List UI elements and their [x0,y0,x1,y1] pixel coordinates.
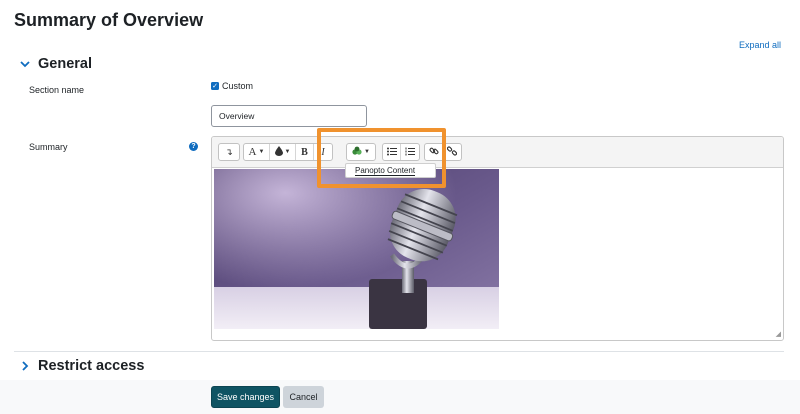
restrict-access-section-toggle[interactable]: Restrict access [18,358,144,374]
help-icon[interactable]: ? [189,142,198,151]
save-changes-button[interactable]: Save changes [211,386,280,408]
section-name-input[interactable]: Overview [211,105,367,127]
toolbar-group-collapse: ↴ [218,143,240,161]
font-style-button[interactable]: A ▼ [244,144,270,160]
chevron-right-icon [18,361,32,371]
summary-editor[interactable]: ↴ A ▼ ▼ B I ▼ ◢ [211,136,784,341]
summary-label: Summary [29,142,68,152]
microphone-image[interactable] [214,169,499,329]
resize-handle-icon[interactable]: ◢ [776,330,781,338]
custom-checkbox-label: Custom [222,81,254,91]
expand-all-link[interactable]: Expand all [739,40,781,50]
color-drop-icon [274,146,283,158]
editor-toolbar: ↴ A ▼ ▼ B I ▼ [212,137,783,168]
general-section-toggle[interactable]: General [18,56,92,72]
section-heading-general: General [38,56,92,72]
microphone-photo-icon [214,169,499,329]
caret-down-icon: ▼ [258,149,265,155]
chevron-down-icon [18,60,32,68]
unlink-icon [446,146,458,158]
cancel-button[interactable]: Cancel [283,386,324,408]
section-heading-restrict-access: Restrict access [38,358,145,374]
highlight-box [317,128,446,188]
divider [14,351,784,352]
collapse-arrow-icon: ↴ [225,146,233,157]
caret-down-icon: ▼ [284,149,291,155]
bold-button[interactable]: B [296,144,314,160]
custom-checkbox[interactable]: ✓ Custom [211,81,253,91]
section-name-label: Section name [29,85,85,95]
font-icon: A [248,146,257,158]
page-title: Summary of Overview [14,10,204,30]
footer-bar [0,380,800,414]
font-color-button[interactable]: ▼ [270,144,296,160]
checkbox-checked-icon: ✓ [211,82,219,90]
toolbar-toggle-button[interactable]: ↴ [219,144,239,160]
